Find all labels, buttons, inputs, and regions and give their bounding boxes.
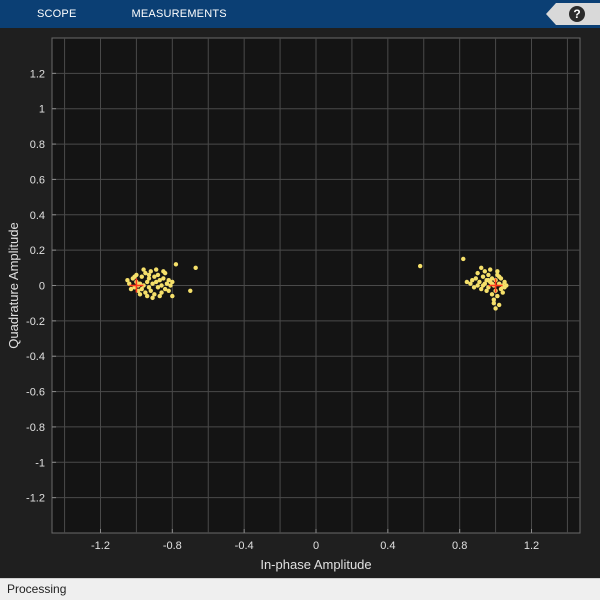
symbol-point-41	[150, 295, 155, 301]
symbol-point-63	[482, 269, 488, 274]
symbol-point-77	[495, 293, 500, 299]
x-tick-label-6: 1.2	[524, 540, 539, 552]
symbol-point-39	[144, 293, 150, 299]
symbol-point-44	[173, 262, 179, 267]
y-tick-label-9: -0.6	[26, 387, 45, 399]
symbol-point-70	[489, 292, 495, 297]
symbol-point-61	[480, 274, 486, 279]
y-tick-label-7: -0.2	[26, 316, 45, 328]
help-button[interactable]: ?	[546, 3, 600, 25]
symbol-point-69	[488, 267, 493, 272]
x-tick-label-5: 0.8	[452, 540, 467, 552]
tab-measurements[interactable]: MEASUREMENTS	[114, 0, 245, 28]
status-bar: Processing	[0, 578, 600, 600]
symbol-point-23	[155, 272, 161, 278]
symbol-point-59	[479, 265, 484, 271]
y-tick-label-6: 0	[39, 281, 45, 293]
symbol-point-45	[188, 288, 193, 294]
symbol-point-26	[159, 283, 164, 288]
y-tick-label-1: 1	[39, 104, 45, 116]
symbol-point-31	[166, 288, 171, 294]
symbol-point-35	[170, 293, 175, 299]
symbol-point-87	[493, 306, 498, 311]
x-tick-label-2: -0.4	[235, 540, 254, 552]
y-tick-label-0: 1.2	[30, 68, 45, 80]
symbol-point-79	[496, 302, 502, 308]
y-axis-label: Quadrature Amplitude	[6, 222, 21, 348]
symbol-point-50	[461, 256, 466, 262]
symbol-point-46	[193, 265, 198, 271]
x-tick-label-4: 0.4	[380, 540, 395, 552]
x-axis-label: In-phase Amplitude	[260, 557, 371, 572]
y-tick-label-5: 0.2	[30, 245, 45, 257]
symbol-point-27	[161, 276, 166, 281]
symbol-point-43	[161, 269, 166, 274]
x-tick-label-1: -0.8	[163, 540, 182, 552]
symbol-point-55	[473, 276, 479, 281]
constellation-chart[interactable]: -1.2 -0.8 -0.4 0 0.4 0.8 1.2 1.2 1 0.8 0.6 0.4 0.2 0 -…	[0, 28, 600, 578]
symbol-point-88	[491, 300, 496, 306]
y-tick-label-10: -0.8	[26, 422, 45, 434]
toolstrip: SCOPE MEASUREMENTS ?	[0, 0, 600, 28]
symbol-point-49	[146, 272, 152, 278]
y-tick-label-3: 0.6	[30, 174, 45, 186]
plot-area: -1.2 -0.8 -0.4 0 0.4 0.8 1.2 1.2 1 0.8 0.6 0.4 0.2 0 -…	[0, 28, 600, 578]
symbol-point-91	[486, 277, 491, 283]
symbol-point-93	[496, 274, 502, 279]
symbol-point-56	[475, 270, 480, 276]
x-tick-label-0: -1.2	[91, 540, 110, 552]
y-tick-label-2: 0.8	[30, 139, 45, 151]
symbol-point-17	[148, 288, 153, 294]
symbol-point-34	[170, 279, 175, 285]
symbol-point-36	[137, 292, 143, 297]
symbol-point-48	[132, 274, 137, 279]
symbol-point-58	[477, 279, 482, 285]
symbol-point-89	[495, 269, 500, 274]
symbol-point-83	[500, 290, 505, 295]
y-tick-label-8: -0.4	[26, 351, 45, 363]
symbol-point-42	[157, 293, 162, 299]
x-tick-label-3: 0	[313, 540, 319, 552]
symbol-point-38	[141, 267, 146, 272]
symbol-point-90	[480, 283, 486, 288]
symbol-point-94	[417, 263, 423, 269]
help-icon[interactable]: ?	[569, 6, 585, 22]
y-tick-label-4: 0.4	[30, 210, 45, 222]
symbol-point-40	[153, 267, 159, 272]
symbol-point-8	[139, 274, 144, 279]
y-tick-label-11: -1	[35, 457, 45, 469]
tab-scope[interactable]: SCOPE	[0, 0, 114, 28]
y-tick-label-12: -1.2	[26, 493, 45, 505]
symbol-point-66	[486, 272, 491, 278]
symbol-point-86	[504, 283, 509, 288]
